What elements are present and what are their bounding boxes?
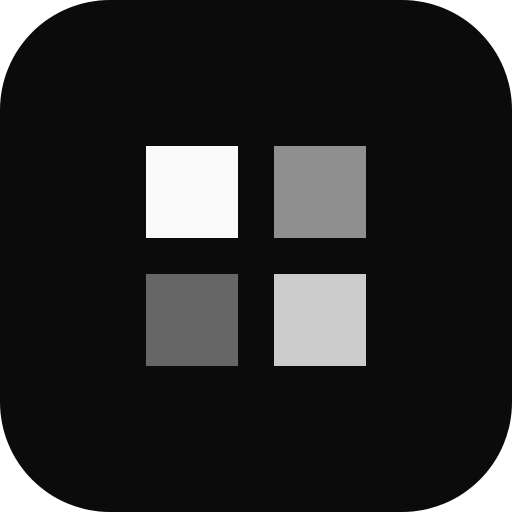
top-right-tile <box>274 146 366 238</box>
grid-app-icon[interactable] <box>0 0 512 512</box>
bottom-right-tile <box>274 274 366 366</box>
top-left-tile <box>146 146 238 238</box>
bottom-left-tile <box>146 274 238 366</box>
